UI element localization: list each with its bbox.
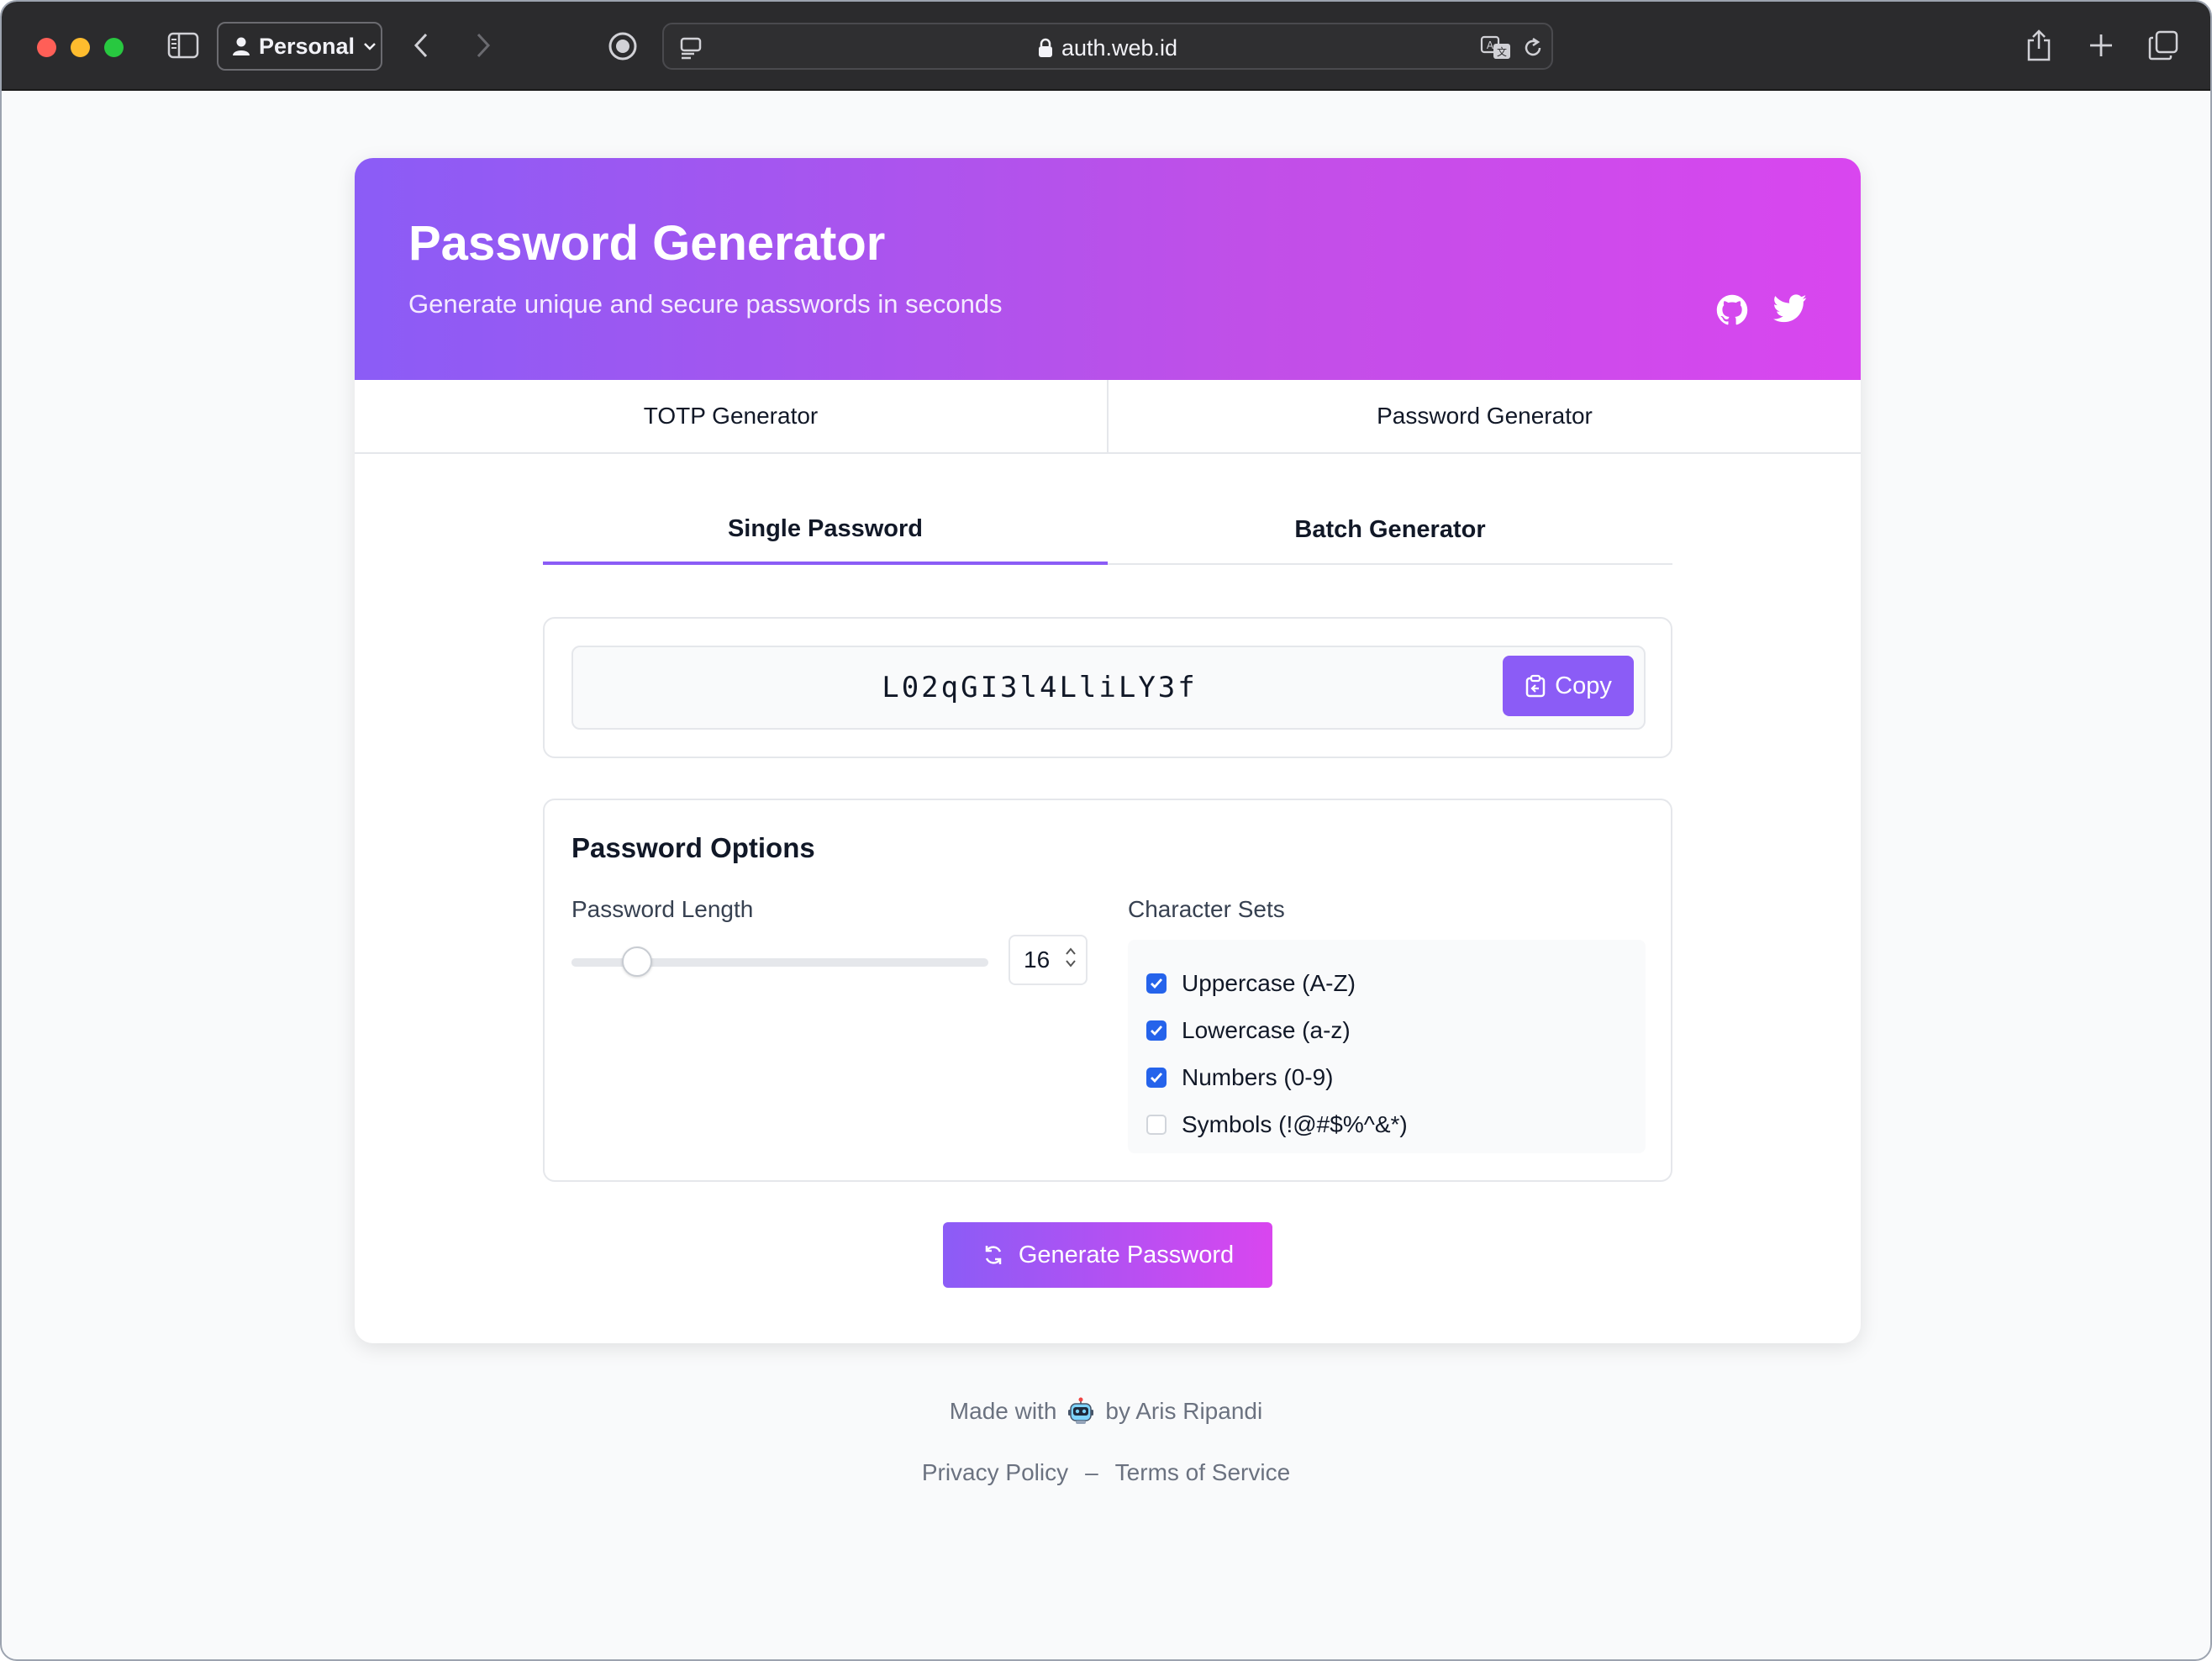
tab-batch-generator[interactable]: Batch Generator (1108, 503, 1672, 563)
person-icon (233, 37, 250, 55)
browser-toolbar: Personal auth.web.id A文 (2, 2, 2210, 91)
svg-text:文: 文 (1497, 45, 1507, 58)
browser-window: Personal auth.web.id A文 Password Generat… (0, 0, 2212, 1661)
robot-icon (1068, 1397, 1094, 1424)
refresh-icon (985, 1246, 1002, 1264)
profile-button[interactable]: Personal (217, 22, 382, 71)
length-slider[interactable] (571, 947, 988, 977)
address-bar[interactable]: auth.web.id A文 (662, 23, 1553, 70)
footer-credit: Made with by Aris Ripandi (2, 1397, 2210, 1426)
password-output-card: L02qGI3l4LliLY3f Copy (543, 617, 1672, 758)
terms-of-service-link[interactable]: Terms of Service (1115, 1459, 1291, 1486)
main-tab-bar: TOTP Generator Password Generator (355, 380, 1861, 454)
profile-label: Personal (259, 33, 356, 59)
charset-lowercase[interactable]: Lowercase (a-z) (1146, 1007, 1646, 1054)
back-icon[interactable] (405, 29, 439, 62)
charset-symbols[interactable]: Symbols (!@#$%^&*) (1146, 1101, 1646, 1148)
charsets-label: Character Sets (1128, 896, 1285, 922)
password-output-field[interactable]: L02qGI3l4LliLY3f Copy (571, 646, 1646, 730)
twitter-icon[interactable] (1773, 294, 1807, 330)
charset-symbols-label: Symbols (!@#$%^&*) (1182, 1111, 1408, 1137)
svg-text:A: A (1487, 40, 1494, 51)
tab-password-generator[interactable]: Password Generator (1107, 380, 1861, 452)
chevron-down-icon (364, 43, 376, 50)
minimize-window-button[interactable] (71, 38, 90, 57)
new-tab-icon[interactable] (2084, 29, 2118, 62)
tab-overview-icon[interactable] (2146, 29, 2180, 62)
page-subtitle: Generate unique and secure passwords in … (408, 289, 1003, 319)
length-label: Password Length (571, 896, 754, 922)
length-stepper-icon[interactable] (1064, 945, 1077, 974)
reload-icon[interactable] (1519, 34, 1546, 61)
charset-uppercase-label: Uppercase (A-Z) (1182, 970, 1356, 996)
app-card: Password Generator Generate unique and s… (355, 158, 1861, 1343)
options-title: Password Options (571, 832, 815, 863)
made-with-text: Made with (949, 1398, 1057, 1424)
charsets-panel: Uppercase (A-Z) Lowercase (a-z) Numbers … (1128, 940, 1646, 1153)
url-text: auth.web.id (1061, 34, 1178, 61)
header-banner: Password Generator Generate unique and s… (355, 158, 1861, 380)
checkbox-checked-icon[interactable] (1146, 1068, 1167, 1088)
checkbox-checked-icon[interactable] (1146, 973, 1167, 994)
clipboard-icon (1525, 674, 1546, 698)
record-icon[interactable] (605, 29, 640, 64)
footer-separator: – (1085, 1459, 1098, 1485)
sub-tab-bar: Single Password Batch Generator (543, 503, 1672, 565)
length-value: 16 (1024, 947, 1051, 973)
charset-uppercase[interactable]: Uppercase (A-Z) (1146, 960, 1646, 1007)
author-text: by Aris Ripandi (1105, 1398, 1263, 1424)
copy-label: Copy (1555, 672, 1612, 699)
length-slider-thumb[interactable] (621, 947, 652, 977)
checkbox-unchecked-icon[interactable] (1146, 1115, 1167, 1135)
translate-icon[interactable]: A文 (1479, 33, 1514, 63)
privacy-policy-link[interactable]: Privacy Policy (922, 1459, 1068, 1486)
checkbox-checked-icon[interactable] (1146, 1020, 1167, 1041)
tab-single-password[interactable]: Single Password (543, 503, 1108, 565)
sidebar-toggle-icon[interactable] (166, 30, 200, 61)
zoom-window-button[interactable] (104, 38, 124, 57)
copy-button[interactable]: Copy (1503, 656, 1634, 716)
generate-password-label: Generate Password (1018, 1241, 1235, 1268)
charset-numbers[interactable]: Numbers (0-9) (1146, 1054, 1646, 1101)
charset-numbers-label: Numbers (0-9) (1182, 1064, 1334, 1090)
tab-totp-generator[interactable]: TOTP Generator (355, 380, 1107, 452)
close-window-button[interactable] (37, 38, 56, 57)
lock-icon (1038, 38, 1052, 57)
share-icon[interactable] (2022, 27, 2056, 64)
generate-password-button[interactable]: Generate Password (943, 1222, 1272, 1288)
forward-icon[interactable] (466, 29, 499, 62)
password-options-card: Password Options Password Length 16 Char… (543, 799, 1672, 1182)
github-icon[interactable] (1716, 294, 1748, 330)
length-number-input[interactable]: 16 (1009, 935, 1088, 985)
generated-password: L02qGI3l4LliLY3f (882, 671, 1198, 704)
charset-lowercase-label: Lowercase (a-z) (1182, 1017, 1351, 1043)
footer-links: Privacy Policy – Terms of Service (2, 1459, 2210, 1486)
page-title: Password Generator (408, 216, 886, 271)
